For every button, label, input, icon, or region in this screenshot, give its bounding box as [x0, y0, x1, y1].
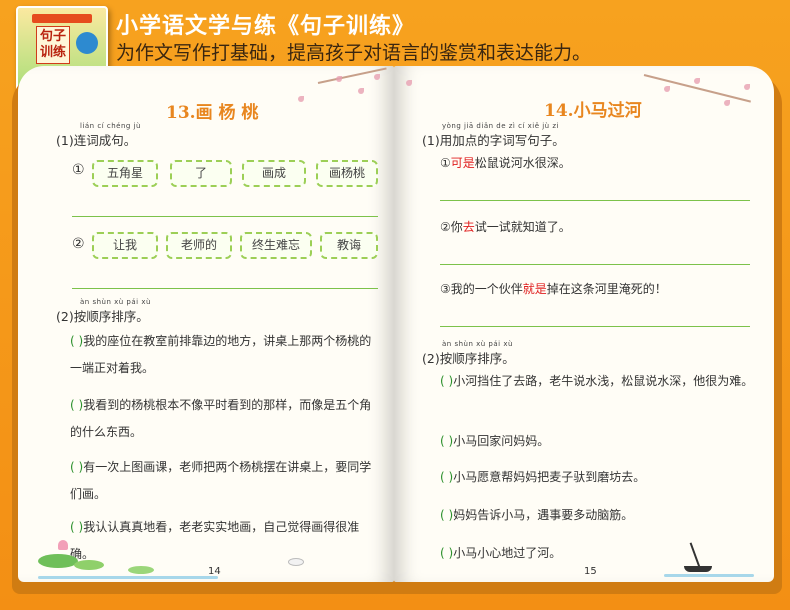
q1-pinyin: yòng jiā diǎn de zì cí xiě jù zi: [442, 122, 559, 130]
sentence-rest: 试一试就知道了。: [474, 220, 571, 234]
answer-line: [440, 200, 750, 201]
answer-line: [72, 288, 378, 289]
order-blank[interactable]: ( ): [70, 398, 83, 412]
row-number: ①: [72, 162, 85, 178]
row-number: ②: [72, 236, 85, 252]
water-decoration: [38, 576, 218, 579]
q2-pinyin: àn shùn xù pái xù: [80, 298, 151, 306]
blossom-decoration: [406, 80, 412, 86]
order-item-text: 有一次上图画课，老师把两个杨桃摆在讲桌上，要同学们画。: [70, 460, 372, 501]
lotus-leaf-decoration: [38, 554, 78, 568]
sentence-rest: 松鼠说河水很深。: [474, 156, 571, 170]
order-item-text: 小马愿意帮妈妈把麦子驮到磨坊去。: [453, 470, 646, 484]
open-book: 13.画 杨 桃 lián cí chéng jù (1)连词成句。 ① 五角星…: [8, 66, 786, 606]
cover-title: 句子训练: [36, 26, 70, 64]
word-box: 了: [170, 160, 232, 187]
order-item-text: 小马回家问妈妈。: [453, 434, 550, 448]
blossom-decoration: [694, 78, 700, 84]
blossom-decoration: [358, 88, 364, 94]
order-item: ( )小河挡住了去路，老牛说水浅，松鼠说水深，他很为难。: [440, 368, 760, 395]
word-box: 五角星: [92, 160, 158, 187]
sentence-number: ③: [440, 282, 451, 296]
right-page: 14.小马过河 yòng jiā diǎn de zì cí xiě jù zi…: [394, 66, 774, 582]
sentence-number: ②: [440, 220, 451, 234]
lotus-leaf-decoration: [128, 566, 154, 574]
lesson-title-13: 13.画 杨 桃: [166, 103, 259, 123]
order-item: ( )小马回家问妈妈。: [440, 428, 760, 455]
order-item: ( )有一次上图画课，老师把两个杨桃摆在讲桌上，要同学们画。: [70, 454, 382, 508]
left-page: 13.画 杨 桃 lián cí chéng jù (1)连词成句。 ① 五角星…: [18, 66, 394, 582]
order-blank[interactable]: ( ): [70, 334, 83, 348]
q2-heading: (2)按顺序排序。: [56, 309, 149, 324]
sentence-number: ①: [440, 156, 451, 170]
highlighted-word: 就是: [522, 282, 547, 296]
order-item: ( )我的座位在教室前排靠边的地方，讲桌上那两个杨桃的一端正对着我。: [70, 328, 382, 382]
word-box: 终生难忘: [240, 232, 312, 259]
q2-pinyin: àn shùn xù pái xù: [442, 340, 513, 348]
lotus-flower-decoration: [58, 540, 68, 550]
order-blank[interactable]: ( ): [440, 546, 453, 560]
order-item-text: 我看到的杨桃根本不像平时看到的那样，而像是五个角的什么东西。: [70, 398, 372, 439]
blossom-decoration: [664, 86, 670, 92]
order-item-text: 小马小心地过了河。: [453, 546, 562, 560]
sentence-item: ②你去试一试就知道了。: [440, 214, 760, 241]
answer-line: [72, 216, 378, 217]
answer-line: [440, 264, 750, 265]
word-box: 老师的: [166, 232, 232, 259]
banner-title: 小学语文学与练《句子训练》: [116, 14, 416, 39]
order-blank[interactable]: ( ): [440, 470, 453, 484]
page-number-right: 15: [584, 566, 597, 577]
order-item: ( )妈妈告诉小马，遇事要多动脑筋。: [440, 502, 760, 529]
blossom-decoration: [336, 76, 342, 82]
sentence-rest: 掉在这条河里淹死的！: [546, 282, 667, 296]
order-blank[interactable]: ( ): [440, 374, 453, 388]
word-box: 教诲: [320, 232, 378, 259]
order-item-text: 小河挡住了去路，老牛说水浅，松鼠说水深，他很为难。: [453, 374, 754, 388]
sentence-item: ①可是松鼠说河水很深。: [440, 150, 760, 177]
order-item: ( )我认认真真地看，老老实实地画，自己觉得画得很准确。: [70, 514, 382, 568]
q1-pinyin: lián cí chéng jù: [80, 122, 141, 130]
order-item-text: 我的座位在教室前排靠边的地方，讲桌上那两个杨桃的一端正对着我。: [70, 334, 372, 375]
order-blank[interactable]: ( ): [70, 460, 83, 474]
blossom-decoration: [374, 74, 380, 80]
word-box: 让我: [92, 232, 158, 259]
water-decoration: [664, 574, 754, 577]
swan-decoration: [288, 558, 304, 566]
q1-heading: (1)用加点的字词写句子。: [422, 133, 565, 148]
order-blank[interactable]: ( ): [440, 508, 453, 522]
cover-logo: [32, 14, 92, 23]
q1-heading: (1)连词成句。: [56, 133, 137, 148]
order-blank[interactable]: ( ): [440, 434, 453, 448]
order-item: ( )我看到的杨桃根本不像平时看到的那样，而像是五个角的什么东西。: [70, 392, 382, 446]
highlighted-word: 去: [462, 220, 475, 234]
banner-subtitle: 为作文写作打基础，提高孩子对语言的鉴赏和表达能力。: [116, 42, 592, 64]
highlighted-word: 可是: [450, 156, 475, 170]
lotus-leaf-decoration: [74, 560, 104, 570]
sentence-item: ③我的一个伙伴就是掉在这条河里淹死的！: [440, 276, 760, 303]
answer-line: [440, 326, 750, 327]
blossom-decoration: [744, 84, 750, 90]
blossom-decoration: [724, 100, 730, 106]
order-item: ( )小马愿意帮妈妈把麦子驮到磨坊去。: [440, 464, 760, 491]
order-item-text: 妈妈告诉小马，遇事要多动脑筋。: [453, 508, 634, 522]
q2-heading: (2)按顺序排序。: [422, 351, 515, 366]
boat-decoration: [684, 566, 712, 572]
order-blank[interactable]: ( ): [70, 520, 83, 534]
lesson-title-14: 14.小马过河: [544, 101, 642, 121]
blossom-decoration: [298, 96, 304, 102]
order-item: ( )小马小心地过了河。: [440, 540, 760, 567]
order-item-text: 我认认真真地看，老老实实地画，自己觉得画得很准确。: [70, 520, 360, 561]
cover-badge: [76, 32, 98, 54]
word-box: 画杨桃: [316, 160, 378, 187]
word-box: 画成: [242, 160, 306, 187]
sentence-prefix: 你: [450, 220, 463, 234]
sentence-prefix: 我的一个伙伴: [450, 282, 523, 296]
